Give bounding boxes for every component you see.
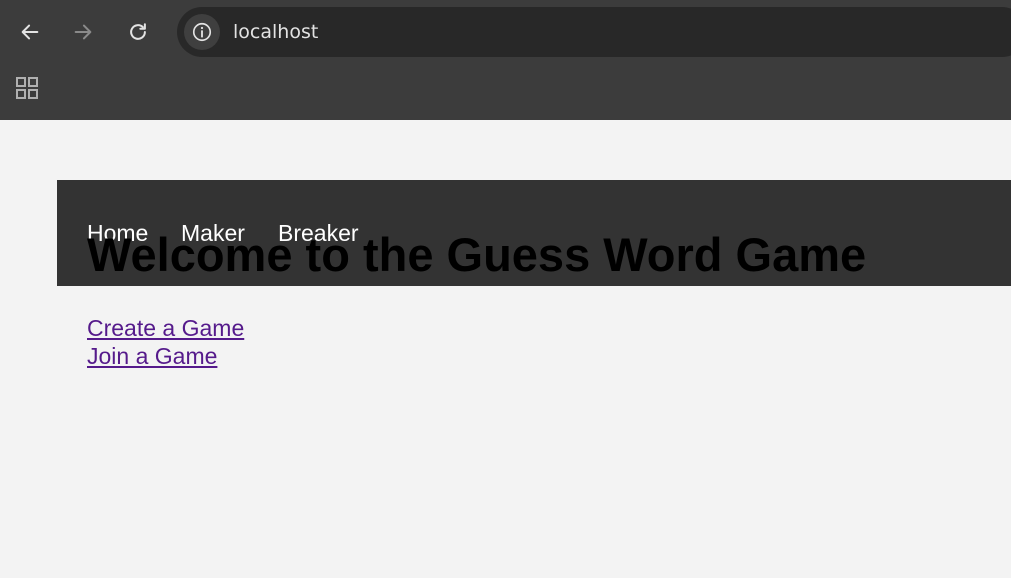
apps-grid-icon	[16, 77, 38, 99]
forward-button[interactable]	[68, 17, 98, 47]
create-game-link[interactable]: Create a Game	[87, 314, 244, 342]
game-links: Create a Game Join a Game	[87, 314, 244, 370]
bookmarks-bar	[0, 64, 1011, 120]
address-bar[interactable]: localhost	[177, 7, 1011, 57]
site-info-button[interactable]	[184, 14, 220, 50]
page-title: Welcome to the Guess Word Game	[87, 228, 867, 281]
forward-arrow-icon	[74, 24, 92, 40]
back-arrow-icon	[21, 24, 39, 40]
url-text[interactable]: localhost	[233, 21, 318, 43]
reload-icon	[130, 23, 146, 40]
info-icon	[192, 22, 212, 42]
reload-button[interactable]	[123, 17, 153, 47]
join-game-link[interactable]: Join a Game	[87, 342, 244, 370]
browser-toolbar: localhost	[0, 0, 1011, 64]
back-button[interactable]	[15, 17, 45, 47]
apps-button[interactable]	[15, 76, 39, 100]
